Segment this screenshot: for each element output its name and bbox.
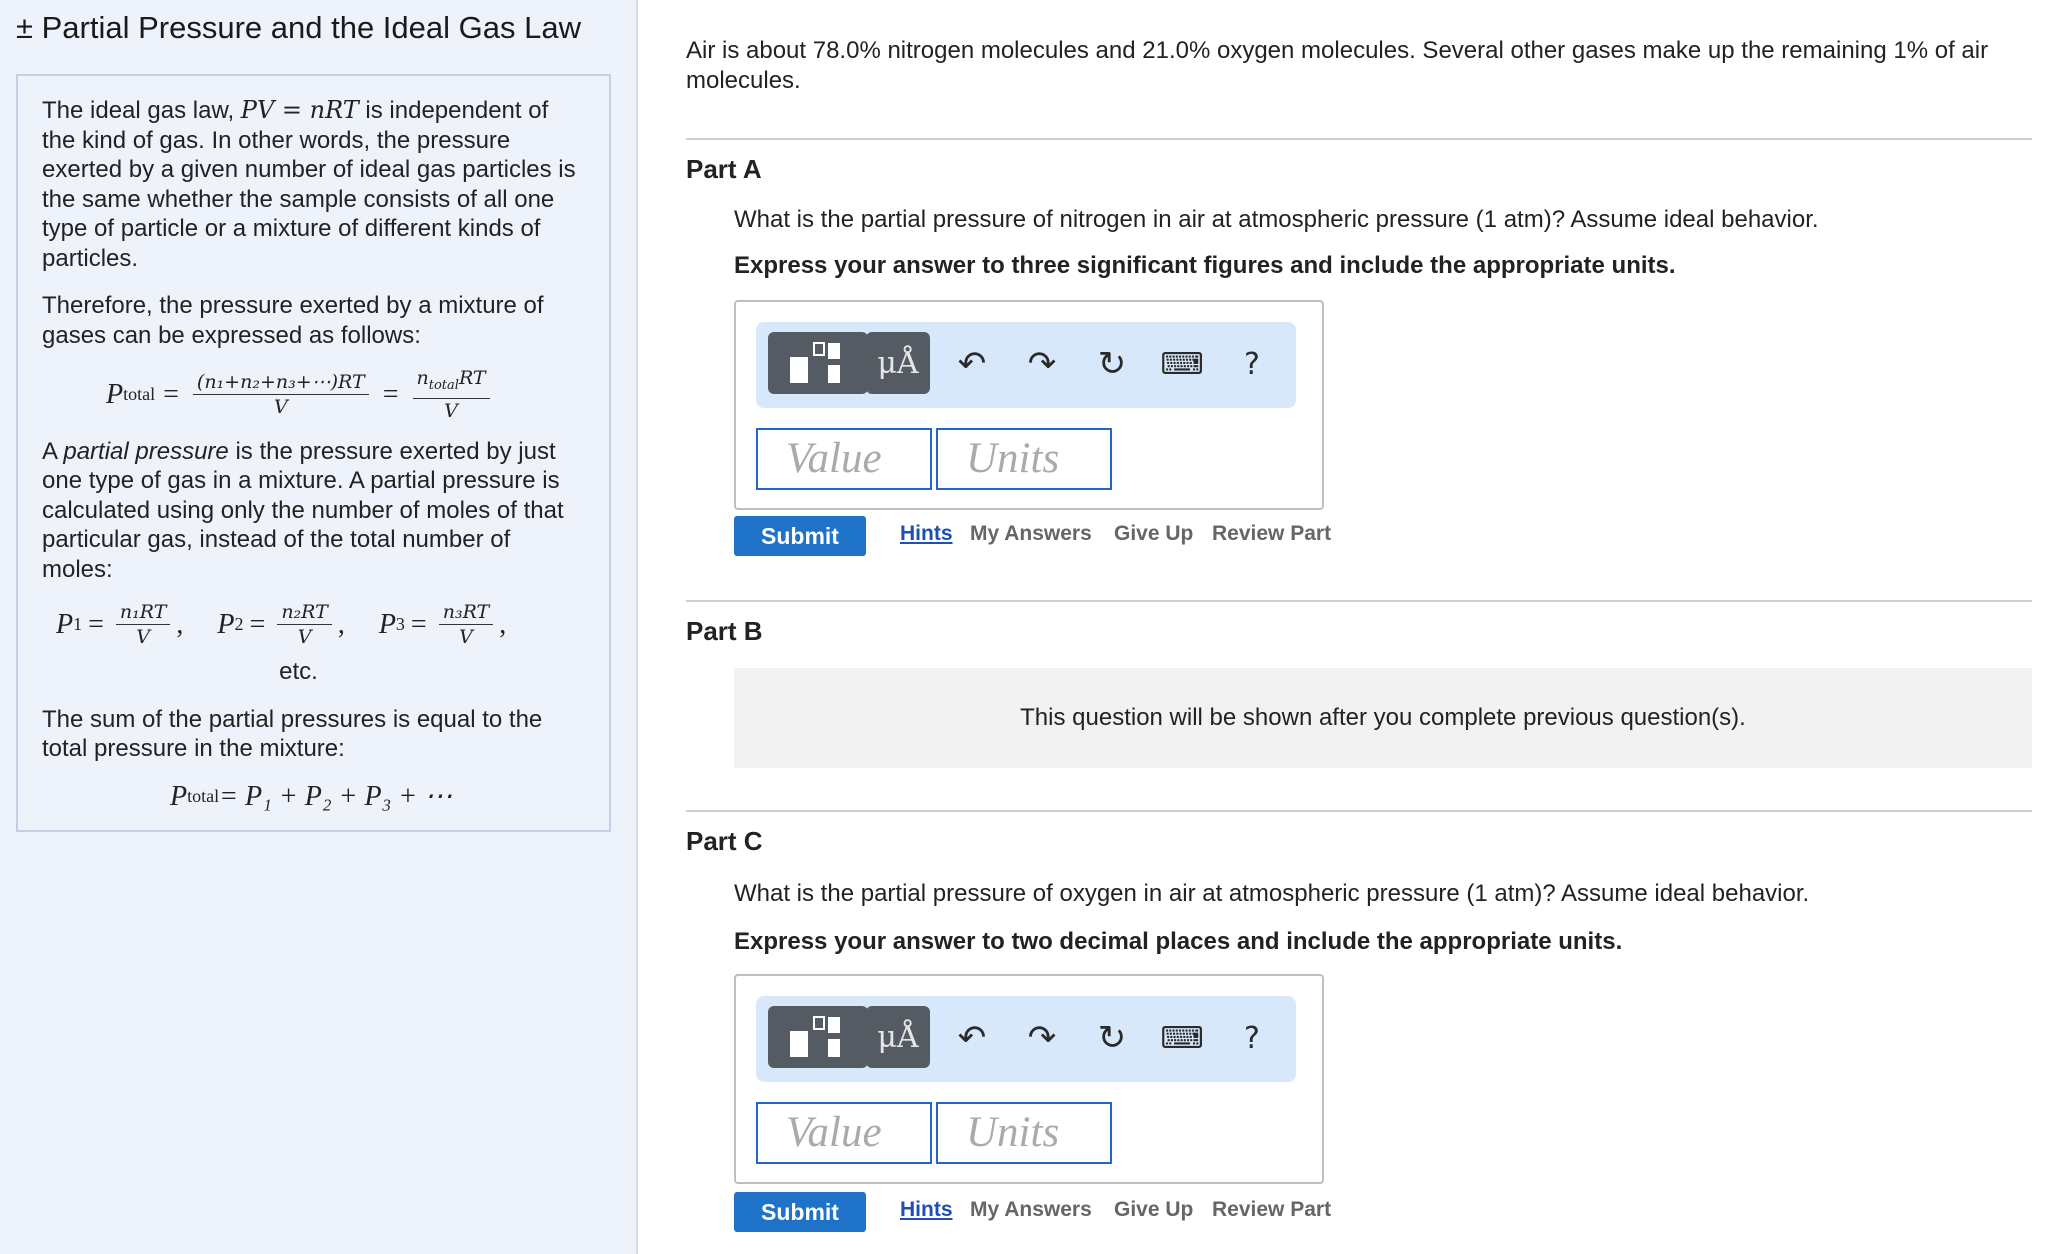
units-field[interactable]: Units — [936, 1102, 1112, 1164]
units-field[interactable]: Units — [936, 428, 1112, 490]
ideal-gas-paragraph: The ideal gas law, PV = nRT is independe… — [42, 96, 585, 273]
sum-lhs-sub: total — [187, 785, 220, 806]
part-a-instruction: Express your answer to three significant… — [734, 252, 1676, 279]
my-answers-link[interactable]: My Answers — [970, 522, 1092, 546]
sum-rhs: = P₁ + P₂ + P₃ + ⋯ — [219, 780, 453, 812]
help-icon[interactable]: ? — [1232, 1018, 1272, 1058]
keyboard-icon[interactable]: ⌨ — [1160, 344, 1203, 384]
p3-fraction: n₃RT V — [438, 602, 494, 649]
fraction-1-den: V — [273, 395, 288, 418]
part-a-question: What is the partial pressure of nitrogen… — [734, 206, 1819, 233]
submit-button[interactable]: Submit — [734, 516, 866, 556]
part-b-locked-message: This question will be shown after you co… — [734, 668, 2032, 768]
hints-link[interactable]: Hints — [900, 522, 953, 546]
review-part-link[interactable]: Review Part — [1212, 522, 1331, 546]
sum-lhs: P — [170, 780, 188, 812]
keyboard-icon[interactable]: ⌨ — [1160, 1018, 1203, 1058]
part-c-question: What is the partial pressure of oxygen i… — [734, 880, 1810, 907]
part-a-label[interactable]: Part A — [686, 154, 762, 185]
partial-pressure-equations: P 1 = n₁RT V, P 2 = n₂RT V, P 3 = n₃RT V, — [56, 601, 507, 649]
part-c-label[interactable]: Part C — [686, 826, 763, 857]
fraction-2-num: ntotalRT — [412, 367, 490, 399]
math-toolbar: μÅ ↶ ↷ ↻ ⌨ ? — [756, 996, 1296, 1082]
p1-fraction: n₁RT V — [115, 602, 171, 649]
frac2-sub: total — [428, 377, 459, 393]
part-c-answer-box: μÅ ↶ ↷ ↻ ⌨ ? Value Units — [734, 974, 1324, 1184]
p2-symbol: P — [217, 609, 235, 641]
total-pressure-equation: Ptotal = (n₁+n₂+n₃+⋯)RT V = ntotalRT V — [42, 368, 585, 421]
info-box: The ideal gas law, PV = nRT is independe… — [16, 74, 611, 832]
etc-label: etc. — [279, 658, 318, 686]
page: ± Partial Pressure and the Ideal Gas Law… — [0, 0, 2046, 1254]
p3-num: n₃RT — [438, 602, 494, 626]
divider-part-c — [686, 810, 2032, 812]
eq-lhs-sub: total — [123, 383, 156, 404]
p2-fraction: n₂RT V — [277, 602, 332, 647]
equals-sign: = — [163, 378, 179, 410]
partial-pressure-term: partial pressure — [63, 437, 229, 465]
fraction-2: ntotalRT V — [412, 367, 490, 422]
part-b-label[interactable]: Part B — [686, 616, 763, 647]
redo-icon[interactable]: ↷ — [1022, 1018, 1062, 1058]
intro-text: Air is about 78.0% nitrogen molecules an… — [686, 37, 1989, 94]
fraction-1: (n₁+n₂+n₃+⋯)RT V — [192, 372, 369, 418]
p1-symbol: P — [56, 609, 74, 641]
undo-icon[interactable]: ↶ — [952, 1018, 992, 1058]
sum-equation: Ptotal = P₁ + P₂ + P₃ + ⋯ — [42, 782, 585, 812]
part-c-instruction: Express your answer to two decimal place… — [734, 928, 1623, 955]
give-up-link[interactable]: Give Up — [1114, 1198, 1193, 1222]
frac2-n: n — [416, 367, 429, 389]
hints-link[interactable]: Hints — [900, 1198, 953, 1222]
p1-num: n₁RT — [115, 602, 171, 626]
eq-lhs: P — [106, 378, 124, 410]
p2-num: n₂RT — [277, 602, 332, 626]
math-toolbar: μÅ ↶ ↷ ↻ ⌨ ? — [756, 322, 1296, 408]
p2-den: V — [297, 626, 312, 649]
units-icon[interactable]: μÅ — [866, 332, 930, 394]
review-part-link[interactable]: Review Part — [1212, 1198, 1331, 1222]
mixture-paragraph: Therefore, the pressure exerted by a mix… — [42, 292, 544, 349]
reset-icon[interactable]: ↻ — [1092, 344, 1132, 384]
fraction-2-den: V — [444, 399, 458, 422]
p2-sub: 2 — [234, 614, 244, 635]
para1-text-a: The ideal gas law, — [42, 97, 241, 124]
equals-sign-2: = — [382, 378, 399, 410]
para3-text-a: A — [42, 437, 64, 465]
units-icon[interactable]: μÅ — [866, 1006, 930, 1068]
give-up-link[interactable]: Give Up — [1114, 522, 1193, 546]
divider-part-a — [686, 138, 2032, 140]
frac2-tail: RT — [458, 367, 486, 389]
templates-icon[interactable] — [768, 1006, 868, 1068]
p3-sub: 3 — [395, 614, 405, 635]
submit-button[interactable]: Submit — [734, 1192, 866, 1232]
p1-den: V — [136, 626, 151, 649]
templates-icon[interactable] — [768, 332, 868, 394]
help-icon[interactable]: ? — [1232, 344, 1272, 384]
part-a-answer-box: μÅ ↶ ↷ ↻ ⌨ ? Value Units — [734, 300, 1324, 510]
sidebar: ± Partial Pressure and the Ideal Gas Law… — [0, 0, 638, 1254]
reset-icon[interactable]: ↻ — [1092, 1018, 1132, 1058]
sidebar-title: ± Partial Pressure and the Ideal Gas Law — [16, 10, 581, 45]
p3-symbol: P — [378, 609, 396, 641]
p1-sub: 1 — [73, 614, 83, 635]
my-answers-link[interactable]: My Answers — [970, 1198, 1092, 1222]
undo-icon[interactable]: ↶ — [952, 344, 992, 384]
partial-pressure-paragraph: A partial pressure is the pressure exert… — [42, 437, 585, 585]
value-field[interactable]: Value — [756, 428, 932, 490]
redo-icon[interactable]: ↷ — [1022, 344, 1062, 384]
value-field[interactable]: Value — [756, 1102, 932, 1164]
p3-den: V — [459, 626, 473, 649]
sum-paragraph: The sum of the partial pressures is equa… — [42, 705, 543, 763]
fraction-1-num: (n₁+n₂+n₃+⋯)RT — [192, 372, 369, 395]
ideal-gas-equation: PV = nRT — [240, 96, 359, 124]
divider-part-b — [686, 600, 2032, 602]
